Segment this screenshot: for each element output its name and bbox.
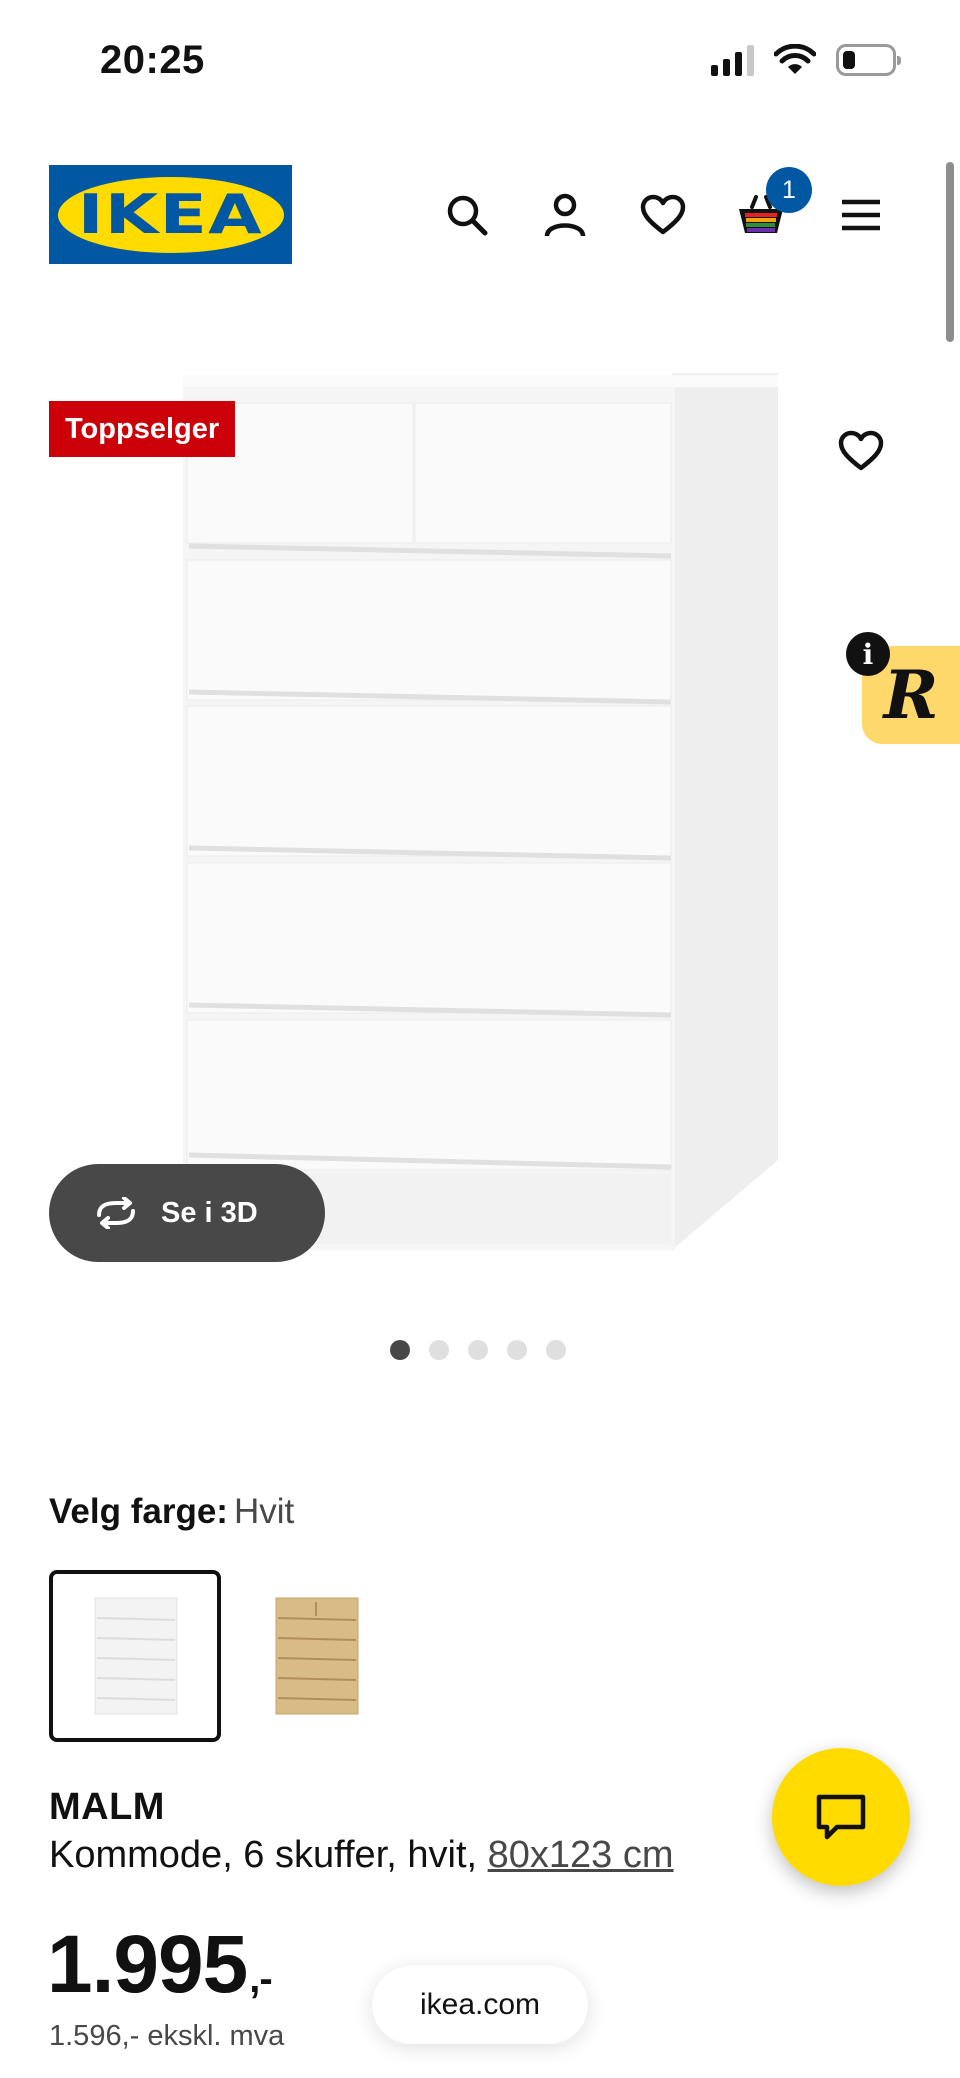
- color-label-text: Velg farge:: [49, 1492, 228, 1531]
- color-option-oak[interactable]: [230, 1570, 402, 1742]
- chat-bubble-icon: [816, 1794, 866, 1840]
- status-time: 20:25: [100, 38, 205, 82]
- cellular-signal-icon: [711, 44, 754, 76]
- status-icons: [711, 44, 901, 76]
- info-icon[interactable]: i: [846, 632, 890, 676]
- chat-button[interactable]: [772, 1748, 910, 1886]
- cart-count-badge: 1: [766, 167, 812, 213]
- white-dresser-thumbnail: [94, 1597, 178, 1715]
- color-chooser-label: Velg farge: Hvit: [49, 1492, 294, 1532]
- product-image[interactable]: [175, 370, 785, 1250]
- gallery-dot[interactable]: [429, 1340, 449, 1360]
- account-icon[interactable]: [538, 188, 592, 242]
- gallery-dot[interactable]: [390, 1340, 410, 1360]
- battery-icon: [836, 44, 901, 76]
- gallery-dot[interactable]: [468, 1340, 488, 1360]
- rotate-3d-icon: [97, 1197, 135, 1229]
- logo-text: IKEA: [77, 183, 264, 246]
- oak-dresser-thumbnail: [275, 1597, 359, 1715]
- browser-url-bar[interactable]: ikea.com: [372, 1966, 588, 2044]
- product-price: 1.995 ,-: [47, 1918, 273, 2012]
- gallery-pagination: [390, 1340, 566, 1360]
- heart-icon: [838, 430, 884, 471]
- gallery-dot[interactable]: [507, 1340, 527, 1360]
- product-description: Kommode, 6 skuffer, hvit, 80x123 cm: [49, 1834, 674, 1877]
- top-seller-badge: Toppselger: [49, 401, 236, 457]
- product-size-link[interactable]: 80x123 cm: [488, 1834, 674, 1876]
- product-description-text: Kommode, 6 skuffer, hvit,: [49, 1834, 478, 1876]
- menu-icon[interactable]: [834, 188, 888, 242]
- ikea-logo[interactable]: IKEA: [49, 165, 292, 264]
- view-in-3d-label: Se i 3D: [161, 1196, 258, 1229]
- color-option-white[interactable]: [49, 1570, 221, 1742]
- search-icon[interactable]: [440, 188, 494, 242]
- wishlist-icon[interactable]: [636, 188, 690, 242]
- view-in-3d-button[interactable]: Se i 3D: [49, 1164, 325, 1262]
- add-to-wishlist-button[interactable]: [832, 422, 890, 480]
- price-suffix: ,-: [249, 1957, 272, 2001]
- page-scrollbar[interactable]: [946, 162, 954, 342]
- price-value: 1.995: [47, 1919, 248, 2010]
- selected-color: Hvit: [233, 1492, 295, 1531]
- wifi-icon: [774, 44, 816, 74]
- r-logo-icon: R: [883, 656, 939, 734]
- gallery-dot[interactable]: [546, 1340, 566, 1360]
- price-excl-vat: 1.596,- ekskl. mva: [49, 2020, 285, 2052]
- product-name: MALM: [49, 1786, 165, 1828]
